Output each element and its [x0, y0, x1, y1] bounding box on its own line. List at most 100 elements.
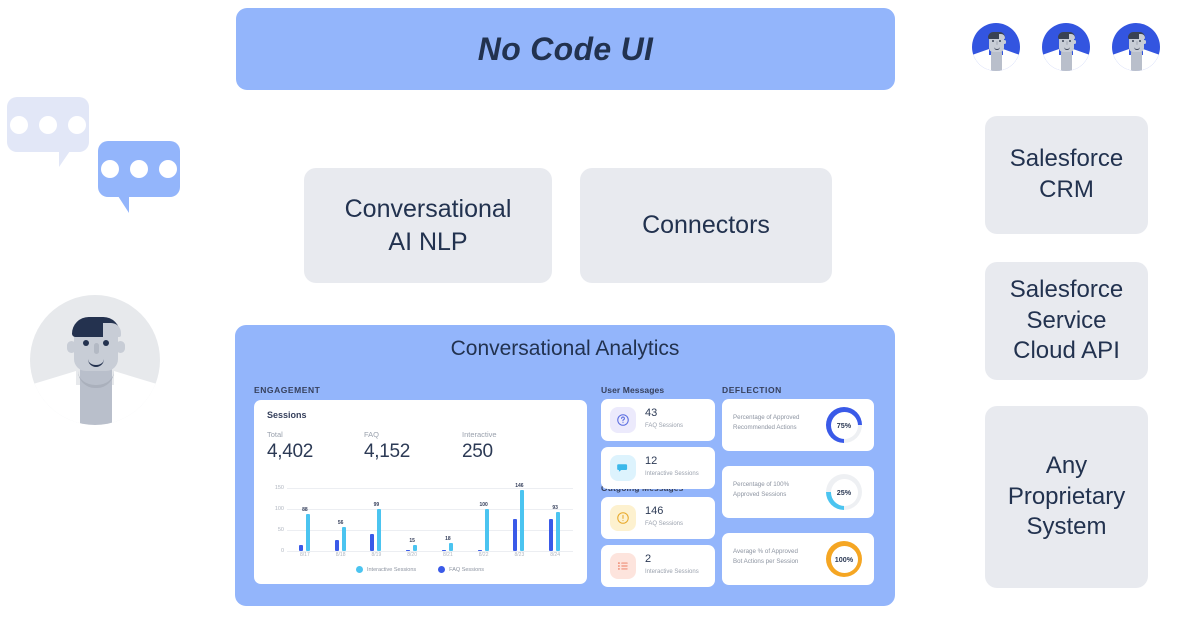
chart-x-tick: 8/18	[335, 552, 346, 558]
bar-faq	[513, 519, 518, 551]
deflection-1-percent: 25%	[836, 487, 852, 497]
deflection-2-donut: 100%	[826, 541, 862, 577]
bar-value-label: 15	[409, 537, 415, 544]
outgoing-message-card-interactive: 2 Interactive Sessions	[601, 545, 715, 587]
external-systems-panel: Salesforce CRM Salesforce Service Cloud …	[948, 4, 1181, 622]
chart-x-tick: 8/23	[514, 552, 525, 558]
chart-x-tick: 8/19	[371, 552, 382, 558]
bar-interactive	[413, 544, 418, 551]
bar-interactive	[305, 514, 310, 551]
legend-item-interactive: Interactive Sessions	[355, 566, 417, 573]
deflection-card-approved-sessions: Percentage of 100% Approved Sessions 25%	[722, 466, 874, 518]
stat-total-key: Total	[267, 430, 283, 439]
deflection-0-line2: Recommended Actions	[733, 423, 797, 431]
deflection-0-donut: 75%	[826, 407, 862, 443]
bar-value-label: 56	[337, 520, 344, 527]
bar-faq	[549, 519, 554, 551]
section-label-deflection: DEFLECTION	[722, 385, 782, 395]
bar-faq	[298, 545, 303, 551]
outgoing-message-card-faq: 146 FAQ Sessions	[601, 497, 715, 539]
caption-line-1: Got It AI	[46, 460, 144, 488]
bar-value-label: 88	[302, 507, 308, 514]
outgoing-message-interactive-label: Interactive Sessions	[645, 569, 699, 575]
exclamation-circle-icon	[610, 505, 636, 531]
outgoing-message-faq-label: FAQ Sessions	[645, 521, 684, 527]
stat-interactive-key: Interactive	[462, 430, 497, 439]
chat-widget-illustration: Got It AI Chat widget	[0, 90, 190, 520]
deflection-0-text: Percentage of Approved Recommended Actio…	[733, 413, 823, 432]
chart-y-tick: 0	[280, 548, 284, 554]
deflection-1-line2: Approved Sessions	[733, 490, 787, 498]
bar-value-label: 146	[515, 482, 524, 489]
stat-interactive: Interactive 250	[462, 430, 497, 463]
bar-interactive	[377, 509, 382, 551]
deflection-1-line1: Percentage of 100%	[733, 481, 790, 488]
bar-interactive	[484, 509, 489, 551]
question-circle-icon	[610, 407, 636, 433]
deflection-0-line1: Percentage of Approved	[733, 414, 800, 421]
sessions-heading: Sessions	[267, 410, 307, 420]
chat-bubble-icon	[610, 455, 636, 481]
chart-x-tick: 8/22	[478, 552, 489, 558]
user-message-faq-label: FAQ Sessions	[645, 423, 684, 429]
bar-faq	[477, 549, 482, 551]
agent-avatars-group	[951, 23, 1180, 71]
diagram-root: Got It AI Chat widget No Code UI Convers…	[0, 0, 1181, 622]
chart-bar-group: 93 8/24	[537, 488, 573, 558]
section-label-engagement: ENGAGEMENT	[254, 385, 321, 395]
double-arrow-horizontal-icon-left	[178, 208, 236, 236]
chart-x-tick: 8/21	[443, 552, 453, 558]
stat-total: Total 4,402	[267, 430, 313, 463]
sessions-card: Sessions Total 4,402 FAQ 4,152 Interacti…	[254, 400, 587, 584]
bar-faq	[370, 534, 375, 551]
connectors-label: Connectors	[642, 211, 770, 240]
user-message-card-interactive: 12 Interactive Sessions	[601, 447, 715, 489]
system-box-any-proprietary-system: Any Proprietary System	[985, 406, 1148, 588]
conversational-ai-nlp-box: Conversational AI NLP	[304, 168, 552, 283]
bar-value-label: 100	[479, 502, 488, 508]
deflection-1-donut: 25%	[826, 474, 862, 510]
system-box-salesforce-service-cloud-api: Salesforce Service Cloud API	[985, 262, 1148, 380]
section-label-user-messages: User Messages	[601, 385, 665, 395]
outgoing-message-faq-value: 146	[645, 505, 664, 517]
stat-faq-value: 4,152	[364, 441, 411, 462]
user-avatar-icon	[1111, 23, 1160, 71]
chat-bubble-blue-icon	[98, 141, 180, 213]
user-message-card-faq: 43 FAQ Sessions	[601, 399, 715, 441]
legend-label-faq: FAQ Sessions	[449, 566, 485, 573]
no-code-ui-banner: No Code UI	[236, 8, 895, 90]
system-2-line-2: System	[1026, 513, 1107, 541]
system-2-line-1: Proprietary	[1007, 482, 1126, 510]
sessions-bar-chart: 0 50 100 150 88 8/17 56 8/18 99 8/19 15 8/20 18 8/21 1…	[267, 483, 573, 562]
conversational-analytics-panel: Conversational Analytics ENGAGEMENT User…	[235, 325, 895, 606]
user-avatar-icon	[971, 23, 1020, 71]
bar-faq	[406, 549, 411, 551]
bar-value-label: 93	[552, 504, 558, 511]
bar-interactive	[341, 527, 346, 551]
chart-y-tick: 100	[274, 506, 284, 512]
chart-bar-group: 18 8/21	[430, 488, 466, 558]
stat-interactive-value: 250	[462, 441, 493, 462]
system-1-line-2: Cloud API	[1013, 337, 1120, 365]
chart-y-tick: 150	[274, 485, 284, 491]
chart-x-tick: 8/24	[550, 552, 560, 558]
bar-faq	[334, 539, 339, 551]
user-message-faq-value: 43	[645, 407, 658, 419]
chart-x-tick: 8/20	[407, 552, 417, 558]
bar-value-label: 99	[373, 502, 380, 509]
stat-faq: FAQ 4,152	[364, 430, 410, 463]
user-message-interactive-label: Interactive Sessions	[645, 471, 699, 477]
chat-widget-caption: Got It AI Chat widget	[0, 458, 190, 522]
nlp-line-2: AI NLP	[388, 227, 468, 256]
system-0-line-1: CRM	[1039, 176, 1094, 203]
deflection-1-text: Percentage of 100% Approved Sessions	[733, 480, 823, 499]
nlp-line-1: Conversational	[344, 195, 512, 223]
chat-bubble-light-icon	[7, 97, 89, 167]
user-message-interactive-value: 12	[645, 455, 658, 467]
list-icon	[610, 553, 636, 579]
chart-bars: 88 8/17 56 8/18 99 8/19 15 8/20 18 8/21 100 8/22 146…	[287, 483, 573, 558]
bar-value-label: 18	[445, 536, 451, 543]
legend-label-interactive: Interactive Sessions	[366, 566, 417, 573]
chart-bar-group: 56 8/18	[323, 488, 359, 558]
deflection-2-text: Average % of Approved Bot Actions per Se…	[733, 547, 823, 566]
